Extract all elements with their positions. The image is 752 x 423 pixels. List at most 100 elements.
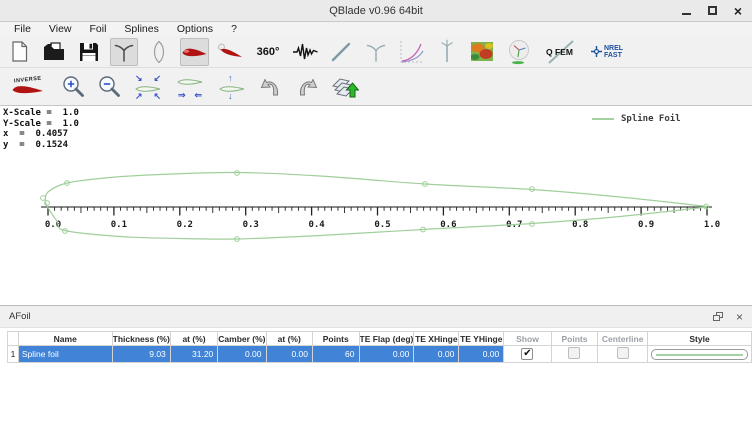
- menu-view[interactable]: View: [40, 23, 81, 35]
- centerline-checkbox[interactable]: [617, 347, 629, 359]
- col-style: Style: [648, 332, 752, 346]
- menubar: File View Foil Splines Options ?: [0, 22, 752, 36]
- svg-text:0.5: 0.5: [374, 220, 390, 230]
- legend: Spline Foil: [592, 114, 681, 124]
- rotor-simulation-button[interactable]: [362, 38, 390, 66]
- table-header-row: Name Thickness (%) at (%) Camber (%) at …: [8, 332, 752, 346]
- foil-design-canvas[interactable]: X-Scale = 1.0 Y-Scale = 1.0 x = 0.4057 y…: [0, 106, 752, 305]
- afoil-panel-title: AFoil: [9, 311, 713, 322]
- fit-to-view-button[interactable]: ↘ ↙ ↗ ↖: [131, 73, 165, 101]
- spline-shape-button[interactable]: [145, 38, 173, 66]
- col-show-points: Points: [551, 332, 598, 346]
- foil-analysis-button[interactable]: [216, 38, 245, 66]
- svg-text:0.3: 0.3: [243, 220, 259, 230]
- blade-line-icon: [330, 41, 352, 63]
- svg-text:0.1: 0.1: [111, 220, 127, 230]
- foil-table: Name Thickness (%) at (%) Camber (%) at …: [7, 331, 752, 363]
- float-panel-icon[interactable]: [713, 312, 724, 322]
- thickness-cell[interactable]: 9.03: [112, 346, 170, 363]
- inverse-design-button[interactable]: INVERSE: [5, 73, 51, 101]
- afoil-panel: AFoil × Name Thickness (%) at (%) Camber…: [0, 305, 752, 423]
- row-number-header: [8, 332, 19, 346]
- heatmap-icon: [471, 42, 493, 61]
- show-cell: ✔: [504, 346, 551, 363]
- scale-readout: X-Scale = 1.0 Y-Scale = 1.0 x = 0.4057 y…: [3, 108, 79, 150]
- undo-button[interactable]: [257, 73, 285, 101]
- centerline-cell: [598, 346, 648, 363]
- new-file-button[interactable]: [5, 38, 33, 66]
- scale-y-button[interactable]: ↑ ↓: [215, 73, 249, 101]
- points-checkbox[interactable]: [568, 347, 580, 359]
- col-thickness-at: at (%): [170, 332, 218, 346]
- show-points-cell: [551, 346, 598, 363]
- te-xhinge-cell[interactable]: 0.00: [414, 346, 459, 363]
- turbine-simulation-button[interactable]: [433, 38, 461, 66]
- menu-foil[interactable]: Foil: [81, 23, 116, 35]
- nrel-label-bottom: FAST: [604, 52, 623, 59]
- legend-label: Spline Foil: [621, 114, 681, 124]
- col-te-xhinge: TE XHinge: [414, 332, 459, 346]
- fit-view-icon: ↘ ↙ ↗ ↖: [132, 74, 164, 100]
- col-te-flap: TE Flap (deg): [359, 332, 414, 346]
- nrel-fast-button[interactable]: NREL FAST: [587, 38, 627, 66]
- redo-button[interactable]: [293, 73, 321, 101]
- direct-foil-design-button[interactable]: [180, 38, 209, 66]
- multi-turbine-simulation-button[interactable]: [503, 38, 535, 66]
- inverse-airfoil-icon: [11, 83, 45, 96]
- menu-options[interactable]: Options: [168, 23, 222, 35]
- airfoil-pen-icon: [217, 43, 244, 60]
- thickness-at-cell[interactable]: 31.20: [170, 346, 218, 363]
- wind-turbine-icon: [438, 39, 456, 64]
- open-folder-icon: [43, 42, 65, 61]
- menu-help[interactable]: ?: [222, 23, 246, 35]
- te-yhinge-cell[interactable]: 0.00: [459, 346, 504, 363]
- spline-foil-plot[interactable]: 0.00.10.20.30.40.50.60.70.80.91.0: [0, 106, 752, 305]
- waveform-icon: [292, 41, 319, 63]
- menu-splines[interactable]: Splines: [115, 23, 167, 35]
- show-checkbox[interactable]: ✔: [521, 348, 533, 360]
- col-points: Points: [312, 332, 359, 346]
- minimize-icon[interactable]: [682, 13, 691, 15]
- svg-text:0.9: 0.9: [638, 220, 654, 230]
- save-button[interactable]: [75, 38, 103, 66]
- col-show: Show: [504, 332, 551, 346]
- foil-name-cell[interactable]: Spline foil: [18, 346, 112, 363]
- zoom-in-icon: [60, 74, 86, 100]
- points-cell[interactable]: 60: [312, 346, 359, 363]
- open-file-button[interactable]: [40, 38, 68, 66]
- camber-at-cell[interactable]: 0.00: [266, 346, 312, 363]
- maximize-icon[interactable]: [708, 6, 717, 15]
- menu-file[interactable]: File: [5, 23, 40, 35]
- qfem-label: Q FEM: [546, 47, 573, 57]
- col-centerline: Centerline: [598, 332, 648, 346]
- qfem-analysis-button[interactable]: Q FEM: [542, 38, 580, 66]
- svg-text:0.0: 0.0: [45, 220, 61, 230]
- line-style-button[interactable]: [651, 349, 748, 360]
- graph-curves-icon: [398, 40, 425, 64]
- multi-parameter-simulation-button[interactable]: [397, 38, 426, 66]
- afoil-panel-header: AFoil ×: [0, 306, 752, 328]
- col-name: Name: [18, 332, 112, 346]
- new-file-icon: [11, 41, 28, 62]
- scale-x-button[interactable]: ⇒ ⇐: [173, 73, 207, 101]
- noise-simulation-button[interactable]: [291, 38, 320, 66]
- foil-toolbar: INVERSE ↘ ↙ ↗ ↖ ⇒ ⇐: [0, 68, 752, 106]
- rotor-gray-icon: [364, 40, 388, 64]
- te-flap-cell[interactable]: 0.00: [359, 346, 414, 363]
- store-splines-as-foil-button[interactable]: [329, 73, 361, 101]
- blade-design-button[interactable]: [327, 38, 355, 66]
- qblade-window: QBlade v0.96 64bit × File View Foil Spli…: [0, 0, 752, 423]
- cfd-analysis-button[interactable]: [468, 38, 496, 66]
- zoom-out-button[interactable]: [95, 73, 123, 101]
- zoom-in-button[interactable]: [59, 73, 87, 101]
- camber-cell[interactable]: 0.00: [218, 346, 266, 363]
- rotor-module-button[interactable]: [110, 38, 138, 66]
- table-row[interactable]: 1 Spline foil 9.03 31.20 0.00 0.00 60 0.…: [8, 346, 752, 363]
- panel-close-icon[interactable]: ×: [736, 312, 743, 322]
- close-icon[interactable]: ×: [734, 6, 742, 16]
- col-camber-at: at (%): [266, 332, 312, 346]
- polar-extrapolation-360-button[interactable]: 360°: [252, 38, 284, 66]
- col-te-yhinge: TE YHinge: [459, 332, 504, 346]
- rotor-blades-icon: [112, 40, 136, 64]
- fast-star-icon: [591, 46, 602, 57]
